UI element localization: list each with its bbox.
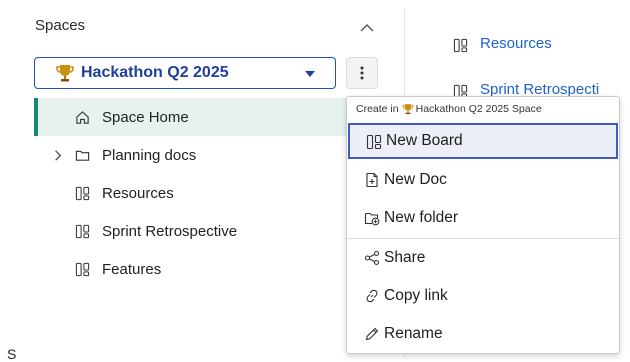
- menu-item-rename[interactable]: Rename: [347, 315, 619, 353]
- folder-icon: [75, 150, 90, 161]
- create-context-menu: Create in Hackathon Q2 2025 Space New Bo…: [346, 96, 620, 354]
- menu-item-label: New folder: [384, 209, 459, 226]
- trophy-icon: [402, 104, 413, 115]
- new-doc-icon: [366, 172, 378, 188]
- tree-item-label: Planning docs: [102, 146, 197, 164]
- collapse-spaces-button[interactable]: [358, 22, 376, 34]
- tree-item-label: Features: [102, 260, 162, 278]
- tree-item-features[interactable]: Features: [34, 250, 356, 288]
- space-more-options-button[interactable]: [346, 57, 378, 89]
- tree-item-planning-docs[interactable]: Planning docs: [34, 136, 356, 174]
- tree-item-space-home[interactable]: Space Home: [34, 98, 356, 136]
- new-folder-icon: [364, 212, 380, 226]
- board-icon: [75, 262, 90, 277]
- tree-item-resources[interactable]: Resources: [34, 174, 356, 212]
- menu-header-space: Hackathon Q2 2025 Space: [415, 103, 542, 115]
- menu-item-label: Share: [384, 249, 426, 266]
- board-icon: [366, 134, 382, 150]
- menu-item-label: New Doc: [384, 171, 447, 188]
- menu-header: Create in Hackathon Q2 2025 Space: [347, 97, 619, 121]
- menu-item-label: Copy link: [384, 287, 448, 304]
- menu-item-label: Rename: [384, 325, 443, 342]
- chevron-right-icon[interactable]: [50, 148, 65, 163]
- menu-item-new-board[interactable]: New Board: [348, 123, 618, 159]
- kebab-menu-icon: [360, 66, 364, 80]
- space-selector[interactable]: Hackathon Q2 2025: [34, 57, 336, 89]
- board-icon: [75, 224, 90, 239]
- share-icon: [364, 250, 380, 266]
- board-icon: [453, 38, 468, 53]
- content-link-resources[interactable]: Resources: [480, 35, 552, 52]
- tree-item-label: Sprint Retrospective: [102, 222, 238, 240]
- link-icon: [366, 289, 378, 303]
- chevron-up-icon: [360, 24, 374, 32]
- tree-item-sprint-retrospective[interactable]: Sprint Retrospective: [34, 212, 356, 250]
- board-icon: [75, 186, 90, 201]
- menu-item-label: New Board: [386, 132, 463, 149]
- tree-item-label: Resources: [102, 184, 174, 202]
- spaces-title: Spaces: [35, 17, 86, 34]
- menu-item-share[interactable]: Share: [347, 239, 619, 277]
- partial-section-label: S: [7, 346, 17, 362]
- space-selector-label: Hackathon Q2 2025: [81, 64, 229, 81]
- menu-header-prefix: Create in: [356, 103, 399, 115]
- menu-item-copy-link[interactable]: Copy link: [347, 277, 619, 315]
- tree-item-label: Space Home: [102, 108, 189, 126]
- trophy-icon: [56, 65, 74, 82]
- menu-item-new-doc[interactable]: New Doc: [347, 161, 619, 199]
- menu-item-new-folder[interactable]: New folder: [347, 199, 619, 237]
- pencil-icon: [365, 327, 379, 341]
- caret-down-icon: [305, 71, 315, 77]
- home-icon: [76, 111, 89, 124]
